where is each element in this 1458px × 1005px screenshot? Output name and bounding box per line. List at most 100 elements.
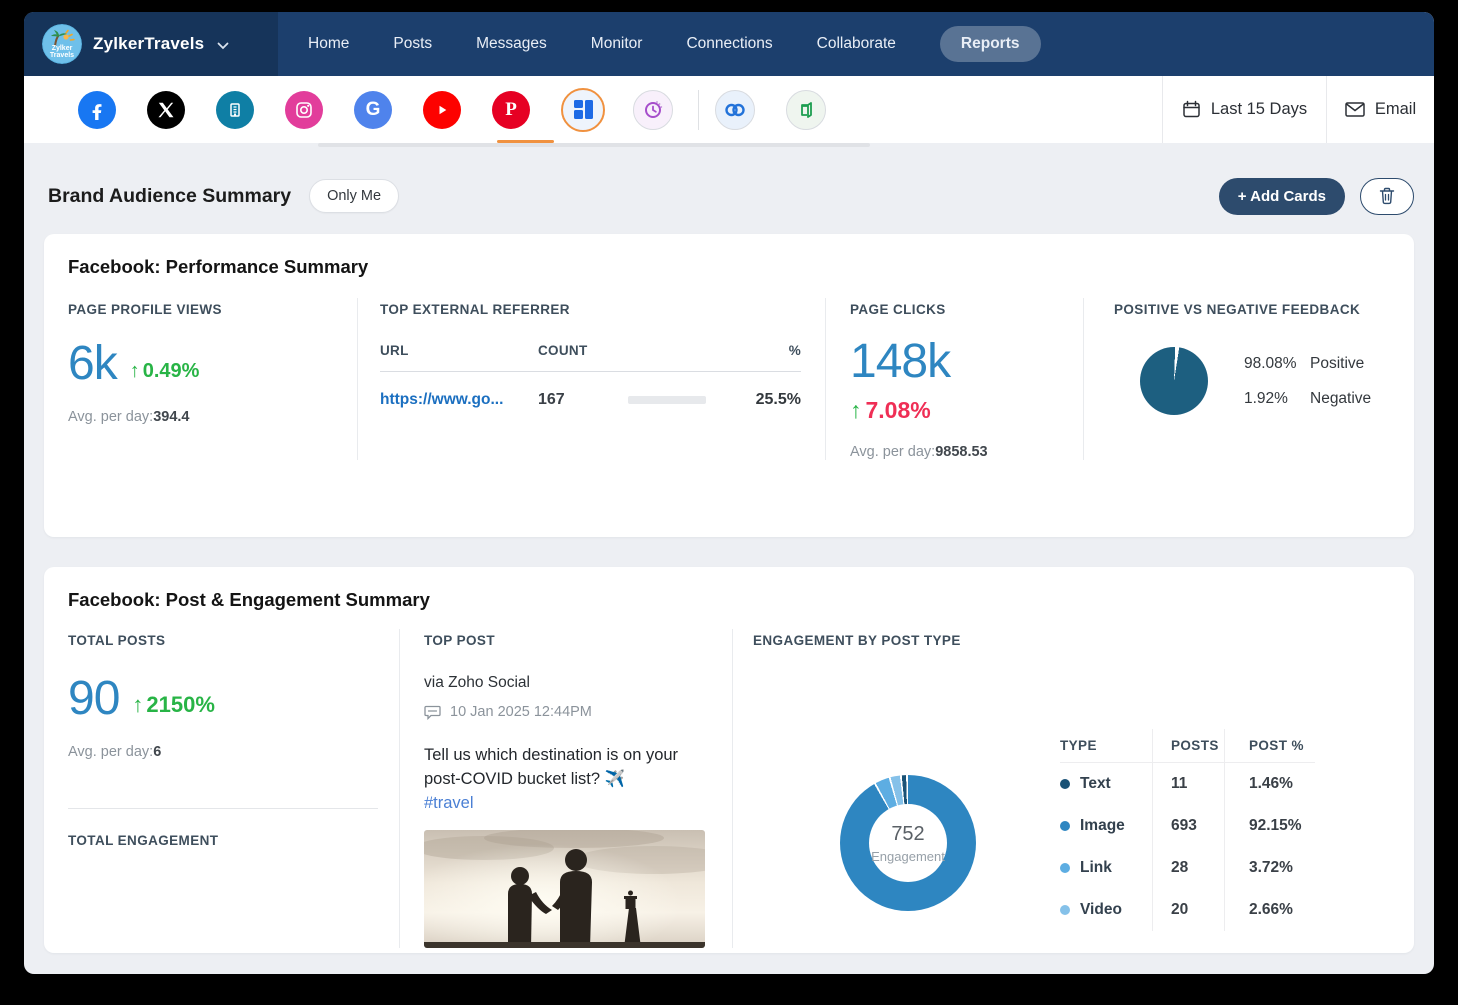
total-posts-change: ↑ 2150%: [132, 692, 215, 718]
comment-icon: [424, 705, 441, 720]
referrer-col-url: URL: [380, 343, 409, 358]
engagement-total-value: 752: [891, 822, 925, 845]
page-profile-views-widget: PAGE PROFILE VIEWS 6k ↑ 0.49% Avg. per da…: [68, 298, 358, 461]
post-type-table-header: TYPE POSTS POST %: [1060, 729, 1315, 763]
total-engagement-label: TOTAL ENGAGEMENT: [68, 833, 219, 849]
page-clicks-change: ↑ 7.08%: [850, 397, 931, 424]
nav-item-home[interactable]: Home: [308, 35, 349, 53]
main-nav: Home Posts Messages Monitor Connections …: [308, 12, 1041, 76]
top-navbar: Zylker Travels ZylkerTravels Home Posts …: [24, 12, 1434, 76]
page-clicks-avg: Avg. per day:9858.53: [850, 444, 988, 461]
post-type-row-image: Image 693 92.15%: [1060, 805, 1315, 847]
email-button[interactable]: Email: [1326, 76, 1434, 143]
top-post-widget: TOP POST via Zoho Social 10 Jan 2025 12:…: [400, 629, 733, 948]
add-cards-button[interactable]: + Add Cards: [1218, 177, 1345, 215]
app-window: Zylker Travels ZylkerTravels Home Posts …: [24, 12, 1434, 974]
schedule-icon[interactable]: [633, 89, 673, 130]
feedback-legend: 98.08% Positive 1.92% Negative: [1244, 355, 1371, 408]
engagement-card-title: Facebook: Post & Engagement Summary: [68, 589, 430, 610]
nav-item-messages[interactable]: Messages: [476, 35, 547, 53]
visibility-button[interactable]: Only Me: [309, 179, 400, 213]
widget-divider: [68, 808, 378, 810]
company-page-icon[interactable]: [216, 90, 254, 129]
date-range-button[interactable]: Last 15 Days: [1162, 76, 1326, 143]
performance-card-title: Facebook: Performance Summary: [68, 256, 369, 277]
brand-logo: Zylker Travels: [42, 24, 82, 64]
all-channels-icon-selected[interactable]: [561, 87, 605, 132]
engagement-donut: 752 Engagement: [840, 775, 976, 911]
svg-text:Zylker: Zylker: [52, 45, 73, 52]
performance-summary-card: Facebook: Performance Summary PAGE PROFI…: [44, 234, 1414, 537]
up-arrow-icon: ↑: [850, 397, 862, 424]
engagement-by-post-type-label: ENGAGEMENT BY POST TYPE: [753, 633, 961, 648]
brand-switcher[interactable]: Zylker Travels ZylkerTravels: [24, 12, 278, 76]
nav-item-monitor[interactable]: Monitor: [591, 35, 643, 53]
referrer-bar-track: [628, 396, 706, 404]
page-profile-views-change: ↑ 0.49%: [129, 360, 200, 383]
referrer-url-link[interactable]: https://www.go...: [380, 391, 538, 409]
dashboard-grid-icon: [573, 100, 593, 119]
page-profile-views-label: PAGE PROFILE VIEWS: [68, 302, 222, 317]
top-post-text: Tell us which destination is on your pos…: [424, 746, 679, 812]
pinterest-icon[interactable]: P: [492, 90, 530, 129]
post-type-row-link: Link 28 3.72%: [1060, 847, 1315, 889]
top-post-image[interactable]: [424, 829, 705, 948]
feedback-label: POSITIVE VS NEGATIVE FEEDBACK: [1114, 302, 1361, 317]
email-icon: [1345, 102, 1365, 117]
chevron-down-icon: [217, 42, 229, 50]
referrer-percent: 25.5%: [755, 391, 801, 408]
nav-item-posts[interactable]: Posts: [393, 35, 432, 53]
page-clicks-value: 148k: [850, 335, 951, 388]
up-arrow-icon: ↑: [132, 692, 144, 718]
nav-item-collaborate[interactable]: Collaborate: [817, 35, 896, 53]
page-header: Brand Audience Summary Only Me + Add Car…: [44, 176, 1414, 216]
top-post-hashtag[interactable]: #travel: [424, 794, 474, 812]
google-business-icon[interactable]: G: [354, 90, 392, 129]
up-arrow-icon: ↑: [129, 360, 140, 383]
col-post-pct: POST %: [1224, 729, 1315, 762]
report-content: Brand Audience Summary Only Me + Add Car…: [24, 176, 1434, 953]
zoho-desk-icon[interactable]: [786, 89, 826, 130]
engagement-by-post-type-widget: ENGAGEMENT BY POST TYPE 752 Engagement T…: [733, 629, 1390, 948]
total-posts-value: 90: [68, 672, 120, 725]
positive-label: Positive: [1310, 354, 1365, 372]
legend-dot-image: [1060, 821, 1070, 831]
svg-text:Travels: Travels: [50, 52, 74, 59]
zoho-crm-icon[interactable]: [715, 89, 755, 130]
delete-dashboard-button[interactable]: [1360, 177, 1414, 215]
email-label: Email: [1374, 100, 1417, 118]
nav-item-reports-active[interactable]: Reports: [939, 26, 1041, 62]
post-type-row-text: Text 11 1.46%: [1060, 763, 1315, 805]
negative-percent: 1.92%: [1244, 389, 1288, 407]
col-posts: POSTS: [1152, 729, 1224, 762]
channel-filter-row: G P Last 15 Days Email: [24, 76, 1434, 143]
trash-icon: [1379, 187, 1395, 205]
legend-dot-text: [1060, 779, 1070, 789]
total-posts-widget: TOTAL POSTS 90 ↑ 2150% Avg. per day:6 TOT…: [68, 629, 400, 948]
brand-name: ZylkerTravels: [93, 34, 205, 53]
calendar-icon: [1183, 100, 1200, 118]
top-external-referrer-widget: TOP EXTERNAL REFERRER URL COUNT % https:…: [358, 298, 826, 461]
engagement-donut-center: 752 Engagement: [869, 804, 947, 882]
channel-row-scrollbar[interactable]: [318, 143, 870, 147]
instagram-icon[interactable]: [285, 90, 323, 129]
col-type: TYPE: [1060, 738, 1097, 753]
referrer-table: URL COUNT % https://www.go... 167 25.5%: [380, 343, 801, 409]
page-profile-views-avg: Avg. per day:394.4: [68, 409, 190, 426]
legend-dot-video: [1060, 905, 1070, 915]
feedback-positive-row: 98.08% Positive: [1244, 355, 1371, 373]
page-title: Brand Audience Summary: [48, 184, 292, 207]
top-post-via: via Zoho Social: [424, 674, 530, 691]
feedback-pie-chart: [1140, 347, 1208, 415]
post-type-table: TYPE POSTS POST % Text 11 1.46% Image 69…: [1060, 729, 1315, 931]
feedback-widget: POSITIVE VS NEGATIVE FEEDBACK 98.08% Pos…: [1084, 298, 1390, 460]
report-controls: Last 15 Days Email: [1162, 76, 1434, 143]
referrer-row: https://www.go... 167 25.5%: [380, 391, 801, 409]
x-twitter-icon[interactable]: [147, 90, 185, 129]
youtube-icon[interactable]: [423, 90, 461, 129]
page-clicks-label: PAGE CLICKS: [850, 302, 946, 317]
top-post-label: TOP POST: [424, 633, 495, 648]
legend-dot-link: [1060, 863, 1070, 873]
nav-item-connections[interactable]: Connections: [686, 35, 772, 53]
facebook-icon[interactable]: [78, 90, 116, 129]
